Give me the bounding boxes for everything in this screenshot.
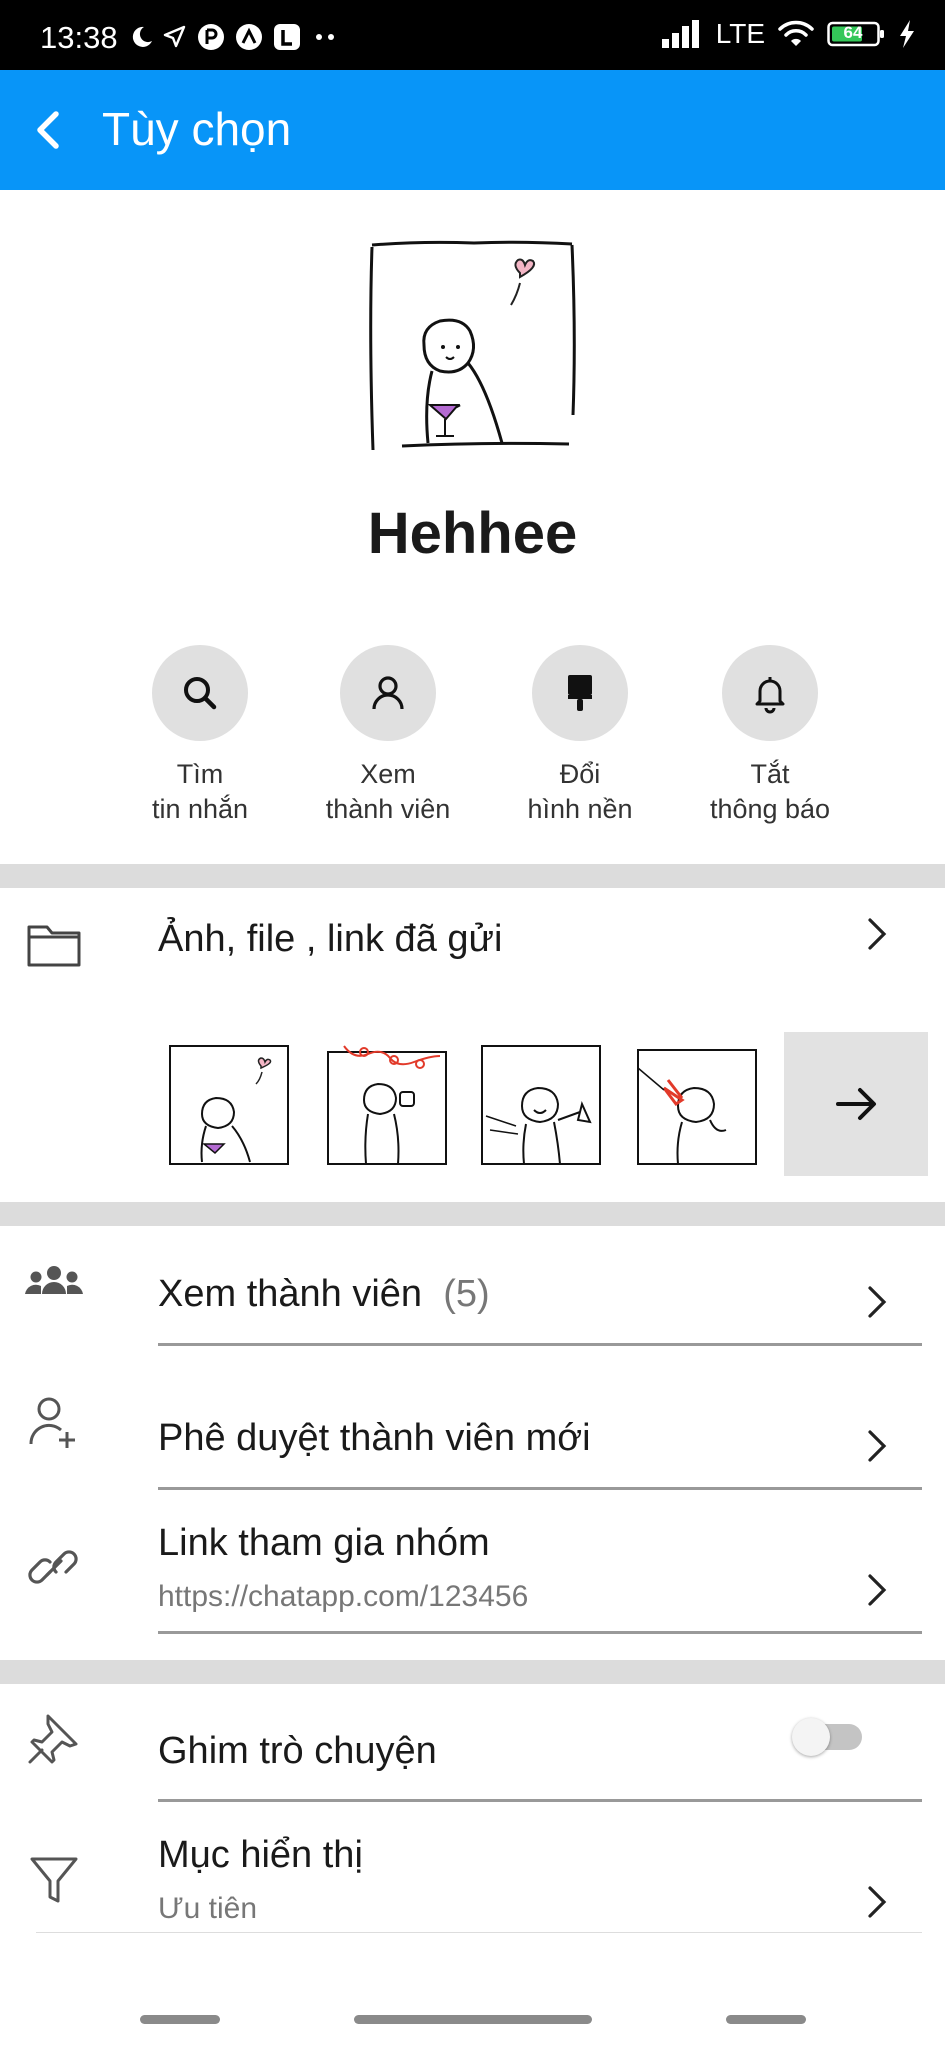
wifi-icon [778, 20, 814, 46]
location-arrow-icon [163, 25, 186, 48]
quick-actions: Tìm tin nhắn Xem thành viên Đổi hình nền Tắ… [110, 645, 850, 845]
action-label-line2: hình nền [527, 794, 633, 824]
nav-menu-handle[interactable] [140, 2015, 220, 2024]
action-label-line1: Tìm [176, 759, 224, 789]
system-nav-bar [0, 1995, 945, 2048]
group-avatar[interactable] [362, 235, 582, 455]
chevron-right-icon[interactable] [860, 1570, 896, 1610]
folder-icon [22, 912, 86, 976]
chevron-right-icon[interactable] [860, 914, 896, 954]
action-mute-notifications[interactable]: Tắt thông báo [680, 645, 860, 827]
action-search-messages[interactable]: Tìm tin nhắn [110, 645, 290, 827]
action-label: Đổi hình nền [490, 757, 670, 827]
link-icon [22, 1536, 86, 1600]
paint-brush-icon [568, 675, 592, 711]
app-bar: Tùy chọn [0, 70, 945, 190]
page-title: Tùy chọn [102, 103, 292, 155]
charging-bolt-icon [900, 20, 914, 48]
app-notification-icon [236, 24, 262, 50]
media-thumbnails [160, 1032, 930, 1182]
row-separator [158, 1487, 922, 1490]
add-person-icon [22, 1390, 86, 1454]
media-title: Ảnh, file , link đã gửi [158, 918, 503, 960]
action-view-members[interactable]: Xem thành viên [298, 645, 478, 827]
link-title: Link tham gia nhóm [158, 1522, 490, 1564]
pin-toggle[interactable] [792, 1718, 870, 1756]
chevron-right-icon[interactable] [860, 1426, 896, 1466]
section-divider [0, 1660, 945, 1684]
bell-icon [755, 677, 785, 714]
action-circle[interactable] [722, 645, 818, 741]
media-thumbnail[interactable] [634, 1040, 762, 1168]
display-value: Ưu tiên [158, 1892, 258, 1925]
row-separator [158, 1343, 922, 1346]
status-time: 13:38 [40, 20, 118, 55]
group-name: Hehhee [367, 501, 578, 566]
pin-icon [22, 1706, 86, 1770]
group-people-icon [22, 1250, 86, 1314]
action-label-line1: Đổi [559, 759, 601, 789]
action-change-background[interactable]: Đổi hình nền [490, 645, 670, 827]
members-title: Xem thành viên (5) [158, 1273, 490, 1316]
action-label-line2: tin nhắn [151, 794, 249, 824]
pin-title: Ghim trò chuyện [158, 1730, 437, 1772]
action-label-line1: Xem [360, 759, 416, 789]
more-dots-icon [316, 34, 334, 40]
nav-home-handle[interactable] [354, 2015, 592, 2024]
back-arrow-icon[interactable] [20, 100, 80, 160]
network-type: LTE [715, 18, 765, 49]
moon-icon [132, 26, 152, 47]
battery-level: 64 [843, 23, 863, 42]
toggle-knob [792, 1718, 830, 1756]
battery-indicator: 64 [827, 20, 885, 48]
row-separator [36, 1932, 922, 1933]
display-title: Mục hiển thị [158, 1834, 363, 1876]
status-icons-right: LTE 64 [660, 18, 917, 50]
action-label-line1: Tắt [750, 759, 790, 789]
more-media-button[interactable] [784, 1032, 928, 1176]
chevron-right-icon[interactable] [860, 1282, 896, 1322]
action-circle[interactable] [532, 645, 628, 741]
section-divider [0, 864, 945, 888]
action-label: Tìm tin nhắn [110, 757, 290, 827]
search-icon [184, 677, 217, 710]
row-separator [158, 1631, 922, 1634]
media-thumbnail[interactable] [166, 1040, 294, 1168]
media-thumbnail[interactable] [324, 1040, 452, 1168]
members-count: (5) [443, 1273, 490, 1315]
approve-title: Phê duyệt thành viên mới [158, 1417, 591, 1459]
chevron-right-icon[interactable] [860, 1882, 896, 1922]
nav-back-handle[interactable] [726, 2015, 806, 2024]
action-label: Tắt thông báo [680, 757, 860, 827]
person-icon [372, 676, 404, 710]
action-circle[interactable] [152, 645, 248, 741]
group-avatar-image [369, 240, 576, 451]
status-icons-left [128, 22, 340, 52]
link-url: https://chatapp.com/123456 [158, 1580, 529, 1613]
action-label: Xem thành viên [298, 757, 478, 827]
media-thumbnail[interactable] [478, 1040, 606, 1168]
action-label-line2: thông báo [709, 794, 831, 824]
row-separator [158, 1799, 922, 1802]
arrow-right-icon [836, 1088, 876, 1120]
app-notification-icon [198, 24, 224, 50]
filter-icon [22, 1848, 86, 1912]
status-bar: 13:38 LTE 64 [0, 0, 945, 70]
action-circle[interactable] [340, 645, 436, 741]
section-divider [0, 1202, 945, 1226]
signal-icon [661, 20, 699, 48]
action-label-line2: thành viên [325, 794, 451, 824]
app-notification-icon [274, 24, 300, 50]
members-label: Xem thành viên [158, 1273, 423, 1315]
